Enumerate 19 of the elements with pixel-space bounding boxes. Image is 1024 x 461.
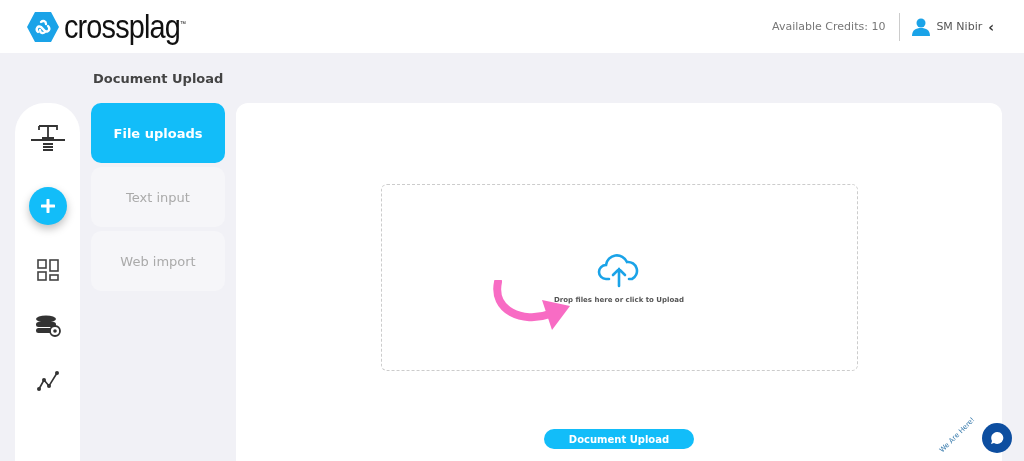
logo-icon bbox=[26, 9, 60, 44]
dashboard-icon[interactable] bbox=[36, 259, 59, 281]
user-name[interactable]: SM Nibir bbox=[936, 20, 983, 33]
line-chart-icon[interactable] bbox=[36, 371, 59, 391]
chat-icon bbox=[990, 431, 1004, 445]
plus-icon bbox=[40, 199, 55, 213]
document-upload-button[interactable]: Document Upload bbox=[544, 429, 694, 449]
database-icon[interactable] bbox=[34, 315, 61, 337]
logo-text: crossplag$^{™}$ bbox=[64, 7, 186, 46]
cloud-upload-icon bbox=[597, 251, 641, 288]
tab[interactable]: Text input bbox=[91, 167, 225, 227]
page-title: Document Upload bbox=[93, 71, 225, 88]
tab[interactable]: File uploads bbox=[91, 103, 225, 163]
user-icon bbox=[912, 17, 931, 36]
tab[interactable]: Web import bbox=[91, 231, 225, 291]
caret-icon[interactable]: ‹ bbox=[988, 18, 994, 35]
credits-label: Available Credits: 10 bbox=[772, 20, 886, 33]
text-tool-icon[interactable] bbox=[28, 123, 67, 153]
chat-button[interactable] bbox=[982, 423, 1012, 453]
